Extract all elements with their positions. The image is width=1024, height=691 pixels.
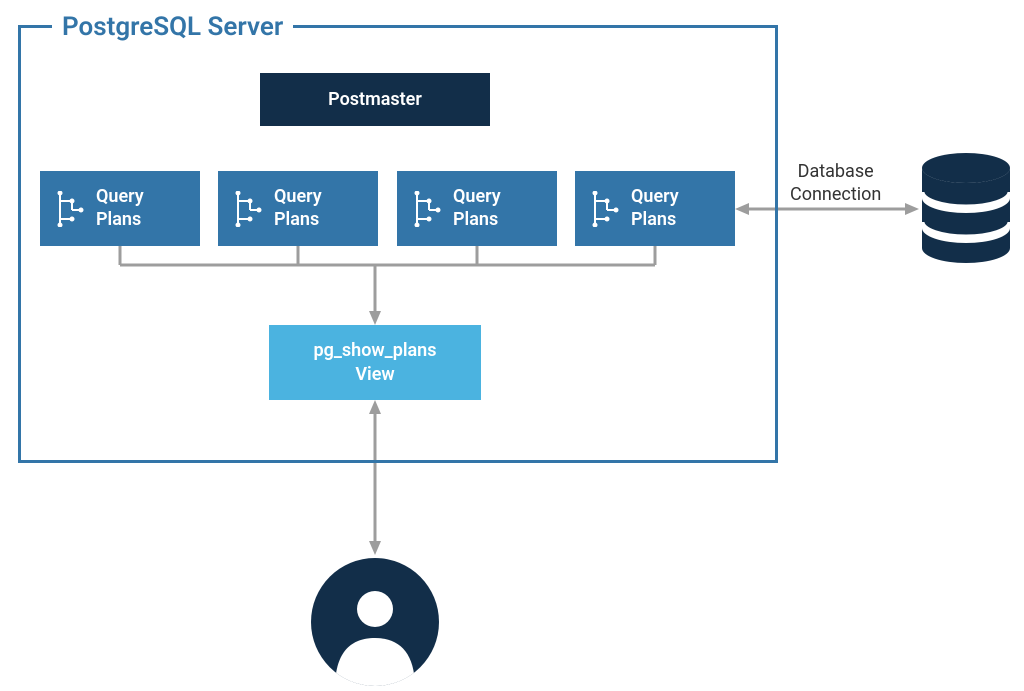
postmaster-box: Postmaster [260,73,490,126]
tree-icon [232,191,264,227]
view-line2: View [355,363,394,386]
server-title: PostgreSQL Server [52,12,293,42]
user-icon [309,556,441,688]
query-plans-label: QueryPlans [274,186,322,231]
query-plans-label: QueryPlans [453,186,501,231]
query-plans-box-2: QueryPlans [218,171,378,246]
query-plans-box-1: QueryPlans [40,171,200,246]
query-plans-box-4: QueryPlans [575,171,735,246]
tree-icon [54,191,86,227]
query-plans-box-3: QueryPlans [397,171,557,246]
pg-show-plans-view-box: pg_show_plans View [269,325,481,400]
tree-icon [589,191,621,227]
view-line1: pg_show_plans [314,339,437,362]
tree-icon [411,191,443,227]
database-connection-label: Database Connection [790,160,881,207]
query-plans-label: QueryPlans [96,186,144,231]
query-plans-label: QueryPlans [631,186,679,231]
database-icon [920,152,1012,264]
